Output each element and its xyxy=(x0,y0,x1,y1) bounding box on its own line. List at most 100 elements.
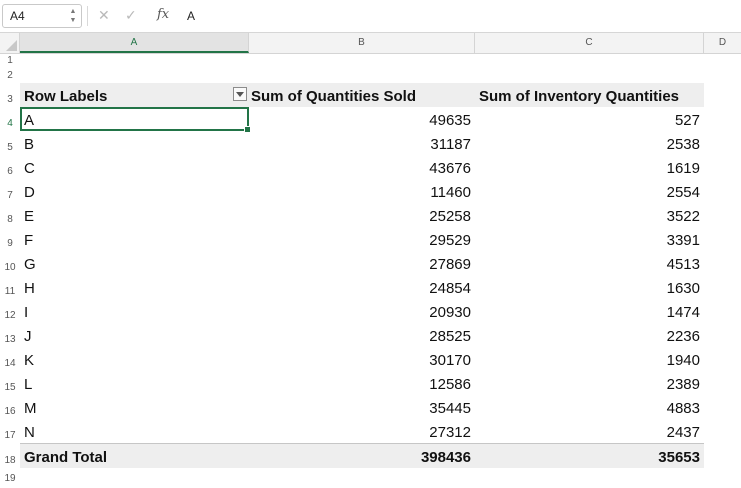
inventory-cell[interactable]: 4883 xyxy=(475,395,704,419)
table-row: 10 G 27869 4513 xyxy=(0,251,741,275)
sheet-row: 1 xyxy=(0,54,741,68)
row-header[interactable]: 9 xyxy=(0,227,20,251)
row-header[interactable]: 14 xyxy=(0,347,20,371)
sold-cell[interactable]: 12586 xyxy=(249,371,475,395)
pivot-row-labels-header[interactable]: Row Labels xyxy=(20,83,249,107)
table-row: 17 N 27312 2437 xyxy=(0,419,741,443)
sold-cell[interactable]: 11460 xyxy=(249,179,475,203)
row-header[interactable]: 18 xyxy=(0,443,20,468)
sold-cell[interactable]: 29529 xyxy=(249,227,475,251)
label-cell[interactable]: F xyxy=(20,227,249,251)
column-header-row: A B C D xyxy=(0,33,741,54)
label-cell[interactable]: J xyxy=(20,323,249,347)
formula-bar-separator xyxy=(87,6,88,26)
inventory-cell[interactable]: 3522 xyxy=(475,203,704,227)
insert-function-icon[interactable]: fx xyxy=(157,7,169,22)
name-box[interactable]: A4 ▲ ▼ xyxy=(2,4,82,28)
name-box-value: A4 xyxy=(10,9,25,23)
grand-total-inventory[interactable]: 35653 xyxy=(475,443,704,468)
row-header[interactable]: 6 xyxy=(0,155,20,179)
row-header[interactable]: 17 xyxy=(0,419,20,443)
sheet-row: 19 xyxy=(0,468,741,486)
inventory-cell[interactable]: 1940 xyxy=(475,347,704,371)
sold-cell[interactable]: 43676 xyxy=(249,155,475,179)
formula-input[interactable]: A xyxy=(187,9,195,23)
sold-cell[interactable]: 25258 xyxy=(249,203,475,227)
pivot-header-row: 3 Row Labels Sum of Quantities Sold Sum … xyxy=(0,83,741,107)
pivot-sum-inventory-header[interactable]: Sum of Inventory Quantities xyxy=(475,83,704,107)
row-header[interactable]: 15 xyxy=(0,371,20,395)
grand-total-sold[interactable]: 398436 xyxy=(249,443,475,468)
column-header-b[interactable]: B xyxy=(249,33,475,53)
table-row: 11 H 24854 1630 xyxy=(0,275,741,299)
select-all-corner[interactable] xyxy=(0,33,20,53)
enter-icon[interactable]: ✓ xyxy=(125,7,137,24)
pivot-sum-sold-header[interactable]: Sum of Quantities Sold xyxy=(249,83,475,107)
column-header-c[interactable]: C xyxy=(475,33,704,53)
row-header[interactable]: 11 xyxy=(0,275,20,299)
inventory-cell[interactable]: 2437 xyxy=(475,419,704,443)
inventory-cell[interactable]: 2538 xyxy=(475,131,704,155)
inventory-cell[interactable]: 2554 xyxy=(475,179,704,203)
sold-cell[interactable]: 35445 xyxy=(249,395,475,419)
sold-cell[interactable]: 28525 xyxy=(249,323,475,347)
filter-dropdown-icon[interactable] xyxy=(233,87,247,101)
sold-cell[interactable]: 20930 xyxy=(249,299,475,323)
table-row: 9 F 29529 3391 xyxy=(0,227,741,251)
label-cell[interactable]: K xyxy=(20,347,249,371)
inventory-cell[interactable]: 1630 xyxy=(475,275,704,299)
active-cell[interactable]: A xyxy=(20,107,251,133)
label-cell[interactable]: L xyxy=(20,371,249,395)
label-cell[interactable]: N xyxy=(20,419,249,443)
label-cell[interactable]: M xyxy=(20,395,249,419)
row-header[interactable]: 2 xyxy=(0,68,20,83)
inventory-cell[interactable]: 2389 xyxy=(475,371,704,395)
inventory-cell[interactable]: 1619 xyxy=(475,155,704,179)
row-header[interactable]: 7 xyxy=(0,179,20,203)
row-header[interactable]: 10 xyxy=(0,251,20,275)
grand-total-row: 18 Grand Total 398436 35653 xyxy=(0,443,741,468)
cancel-icon[interactable]: ✕ xyxy=(98,7,110,24)
inventory-cell[interactable]: 1474 xyxy=(475,299,704,323)
column-header-a[interactable]: A xyxy=(20,33,249,53)
row-header[interactable]: 13 xyxy=(0,323,20,347)
name-box-stepper-icon[interactable]: ▲ ▼ xyxy=(69,7,77,25)
table-row: 7 D 11460 2554 xyxy=(0,179,741,203)
inventory-cell[interactable]: 3391 xyxy=(475,227,704,251)
label-cell[interactable]: D xyxy=(20,179,249,203)
select-all-icon xyxy=(6,40,17,51)
sold-cell[interactable]: 31187 xyxy=(249,131,475,155)
label-cell[interactable]: B xyxy=(20,131,249,155)
sold-cell[interactable]: 27869 xyxy=(249,251,475,275)
table-row: 16 M 35445 4883 xyxy=(0,395,741,419)
inventory-cell[interactable]: 527 xyxy=(475,107,704,131)
row-header[interactable]: 4 xyxy=(0,107,20,131)
row-header[interactable]: 8 xyxy=(0,203,20,227)
row-header[interactable]: 3 xyxy=(0,83,20,107)
sold-cell[interactable]: 30170 xyxy=(249,347,475,371)
sold-cell[interactable]: 27312 xyxy=(249,419,475,443)
label-cell[interactable]: I xyxy=(20,299,249,323)
formula-bar: A4 ▲ ▼ ✕ ✓ fx A xyxy=(0,0,741,33)
table-row: 15 L 12586 2389 xyxy=(0,371,741,395)
table-row: 4 A 49635 527 xyxy=(0,107,741,133)
column-header-d[interactable]: D xyxy=(704,33,741,53)
row-header[interactable]: 19 xyxy=(0,468,20,486)
grand-total-label[interactable]: Grand Total xyxy=(20,443,249,468)
label-cell[interactable]: G xyxy=(20,251,249,275)
row-header[interactable]: 1 xyxy=(0,54,20,68)
inventory-cell[interactable]: 2236 xyxy=(475,323,704,347)
table-row: 14 K 30170 1940 xyxy=(0,347,741,371)
label-cell[interactable]: E xyxy=(20,203,249,227)
table-row: 12 I 20930 1474 xyxy=(0,299,741,323)
label-cell[interactable]: C xyxy=(20,155,249,179)
table-row: 8 E 25258 3522 xyxy=(0,203,741,227)
row-header[interactable]: 5 xyxy=(0,131,20,155)
sheet-row: 2 xyxy=(0,68,741,83)
label-cell[interactable]: H xyxy=(20,275,249,299)
row-header[interactable]: 16 xyxy=(0,395,20,419)
inventory-cell[interactable]: 4513 xyxy=(475,251,704,275)
row-header[interactable]: 12 xyxy=(0,299,20,323)
sold-cell[interactable]: 49635 xyxy=(249,107,475,131)
sold-cell[interactable]: 24854 xyxy=(249,275,475,299)
